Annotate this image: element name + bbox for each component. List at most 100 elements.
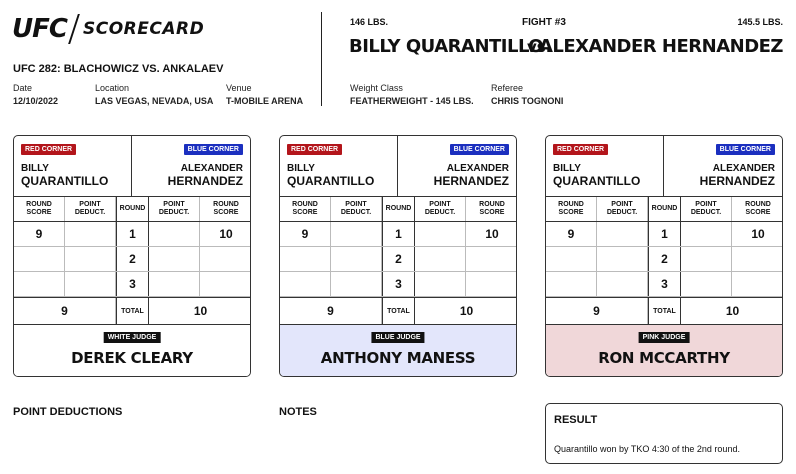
blue-deduct-cell <box>149 247 200 271</box>
totals-row: 9 TOTAL 10 <box>14 297 250 324</box>
venue-value: T-MOBILE ARENA <box>226 96 304 106</box>
red-deduct-cell <box>597 222 648 246</box>
red-round-score-header: ROUND SCORE <box>14 197 65 221</box>
blue-round-score-header: ROUND SCORE <box>479 201 505 216</box>
fighter-b-weight: 145.5 LBS. <box>737 17 783 27</box>
red-total: 9 <box>546 298 648 324</box>
result-box: RESULT Quarantillo won by TKO 4:30 of th… <box>545 403 783 464</box>
judge-scorecard-1: RED CORNER BLUE CORNER BILLY QUARANTILLO… <box>13 135 251 377</box>
scorecard-header: UFC SCORECARD UFC 282: BLACHOWICZ VS. AN… <box>0 0 796 110</box>
total-label: TOTAL <box>382 298 415 324</box>
blue-fighter-name: ALEXANDER HERNANDEZ <box>700 162 775 188</box>
totals-row: 9 TOTAL 10 <box>546 297 782 324</box>
logo-divider <box>68 14 80 44</box>
blue-point-deduct-header: POINT DEDUCT. <box>149 197 200 221</box>
round-row-2: 2 <box>280 247 516 272</box>
round-cell: 3 <box>382 272 415 296</box>
judge-scorecard-3: RED CORNER BLUE CORNER BILLY QUARANTILLO… <box>545 135 783 377</box>
blue-deduct-cell <box>415 247 466 271</box>
blue-deduct-cell <box>681 247 732 271</box>
red-fighter-name: BILLY QUARANTILLO <box>21 162 108 188</box>
score-header-row: ROUND SCORE POINT DEDUCT. ROUND POINT DEDUC… <box>546 197 782 222</box>
total-label: TOTAL <box>648 298 681 324</box>
round-header: ROUND <box>116 197 149 221</box>
blue-deduct-cell <box>415 222 466 246</box>
red-deduct-cell <box>331 222 382 246</box>
round-header: ROUND <box>382 197 415 221</box>
red-corner-badge: RED CORNER <box>287 144 343 155</box>
judge-badge: WHITE JUDGE <box>103 332 161 343</box>
red-score-cell <box>280 272 331 296</box>
red-corner-badge: RED CORNER <box>553 144 609 155</box>
blue-corner-badge: BLUE CORNER <box>715 144 775 155</box>
blue-fighter-last: HERNANDEZ <box>699 174 775 188</box>
red-deduct-cell <box>65 247 116 271</box>
round-cell: 3 <box>116 272 149 296</box>
score-header-row: ROUND SCORE POINT DEDUCT. ROUND POINT DEDUC… <box>280 197 516 222</box>
round-row-3: 3 <box>546 272 782 297</box>
header-divider <box>321 12 322 106</box>
red-score-cell <box>280 247 331 271</box>
round-cell: 2 <box>382 247 415 271</box>
red-point-deduct-header: POINT DEDUCT. <box>65 197 116 221</box>
round-row-3: 3 <box>280 272 516 297</box>
ufc-logo: UFC SCORECARD <box>12 14 204 44</box>
round-cell: 1 <box>116 222 149 246</box>
blue-deduct-cell <box>149 222 200 246</box>
red-score-cell: 9 <box>280 222 331 246</box>
red-round-score-header: ROUND SCORE <box>546 197 597 221</box>
red-fighter-name: BILLY QUARANTILLO <box>287 162 374 188</box>
red-deduct-cell <box>331 272 382 296</box>
totals-row: 9 TOTAL 10 <box>280 297 516 324</box>
blue-point-deduct-header: POINT DEDUCT. <box>415 197 466 221</box>
referee-label: Referee <box>491 83 524 93</box>
blue-score-cell: 10 <box>751 227 765 241</box>
blue-fighter-last: HERNANDEZ <box>433 174 509 188</box>
round-cell: 1 <box>648 222 681 246</box>
red-fighter-last: QUARANTILLO <box>287 174 375 188</box>
blue-corner-badge: BLUE CORNER <box>449 144 509 155</box>
corner-divider <box>663 136 664 197</box>
round-cell: 3 <box>648 272 681 296</box>
red-point-deduct-header: POINT DEDUCT. <box>597 197 648 221</box>
blue-total: 10 <box>459 304 474 318</box>
fight-number: FIGHT #3 <box>522 17 566 28</box>
blue-score-cell <box>732 272 782 296</box>
judge-name: RON MCCARTHY <box>598 349 730 367</box>
red-score-cell: 9 <box>546 222 597 246</box>
blue-score-cell <box>466 247 516 271</box>
judge-name: ANTHONY MANESS <box>320 349 476 367</box>
round-row-1: 9 1 10 <box>280 222 516 247</box>
red-deduct-cell <box>597 247 648 271</box>
red-deduct-cell <box>65 272 116 296</box>
corner-divider <box>397 136 398 197</box>
blue-round-score-header: ROUND SCORE <box>745 201 771 216</box>
weight-class-label: Weight Class <box>350 83 403 93</box>
blue-deduct-cell <box>681 272 732 296</box>
notes-heading: NOTES <box>279 406 317 418</box>
red-total: 9 <box>14 298 116 324</box>
judge-scorecard-2: RED CORNER BLUE CORNER BILLY QUARANTILLO… <box>279 135 517 377</box>
round-row-3: 3 <box>14 272 250 297</box>
corner-divider <box>131 136 132 197</box>
date-value: 12/10/2022 <box>13 96 59 106</box>
red-score-cell <box>546 272 597 296</box>
blue-corner-badge: BLUE CORNER <box>183 144 243 155</box>
round-cell: 1 <box>382 222 415 246</box>
judge-footer: WHITE JUDGE DEREK CLEARY <box>14 324 250 376</box>
blue-point-deduct-header: POINT DEDUCT. <box>681 197 732 221</box>
blue-deduct-cell <box>149 272 200 296</box>
round-row-1: 9 1 10 <box>546 222 782 247</box>
round-row-2: 2 <box>14 247 250 272</box>
blue-score-cell: 10 <box>485 227 499 241</box>
blue-score-cell <box>200 247 250 271</box>
blue-score-cell <box>200 272 250 296</box>
red-point-deduct-header: POINT DEDUCT. <box>331 197 382 221</box>
round-row-1: 9 1 10 <box>14 222 250 247</box>
blue-deduct-cell <box>681 222 732 246</box>
blue-total: 10 <box>725 304 740 318</box>
scorecard-label: SCORECARD <box>82 19 205 39</box>
score-header-row: ROUND SCORE POINT DEDUCT. ROUND POINT DEDUC… <box>14 197 250 222</box>
total-label: TOTAL <box>116 298 149 324</box>
red-score-cell <box>546 247 597 271</box>
